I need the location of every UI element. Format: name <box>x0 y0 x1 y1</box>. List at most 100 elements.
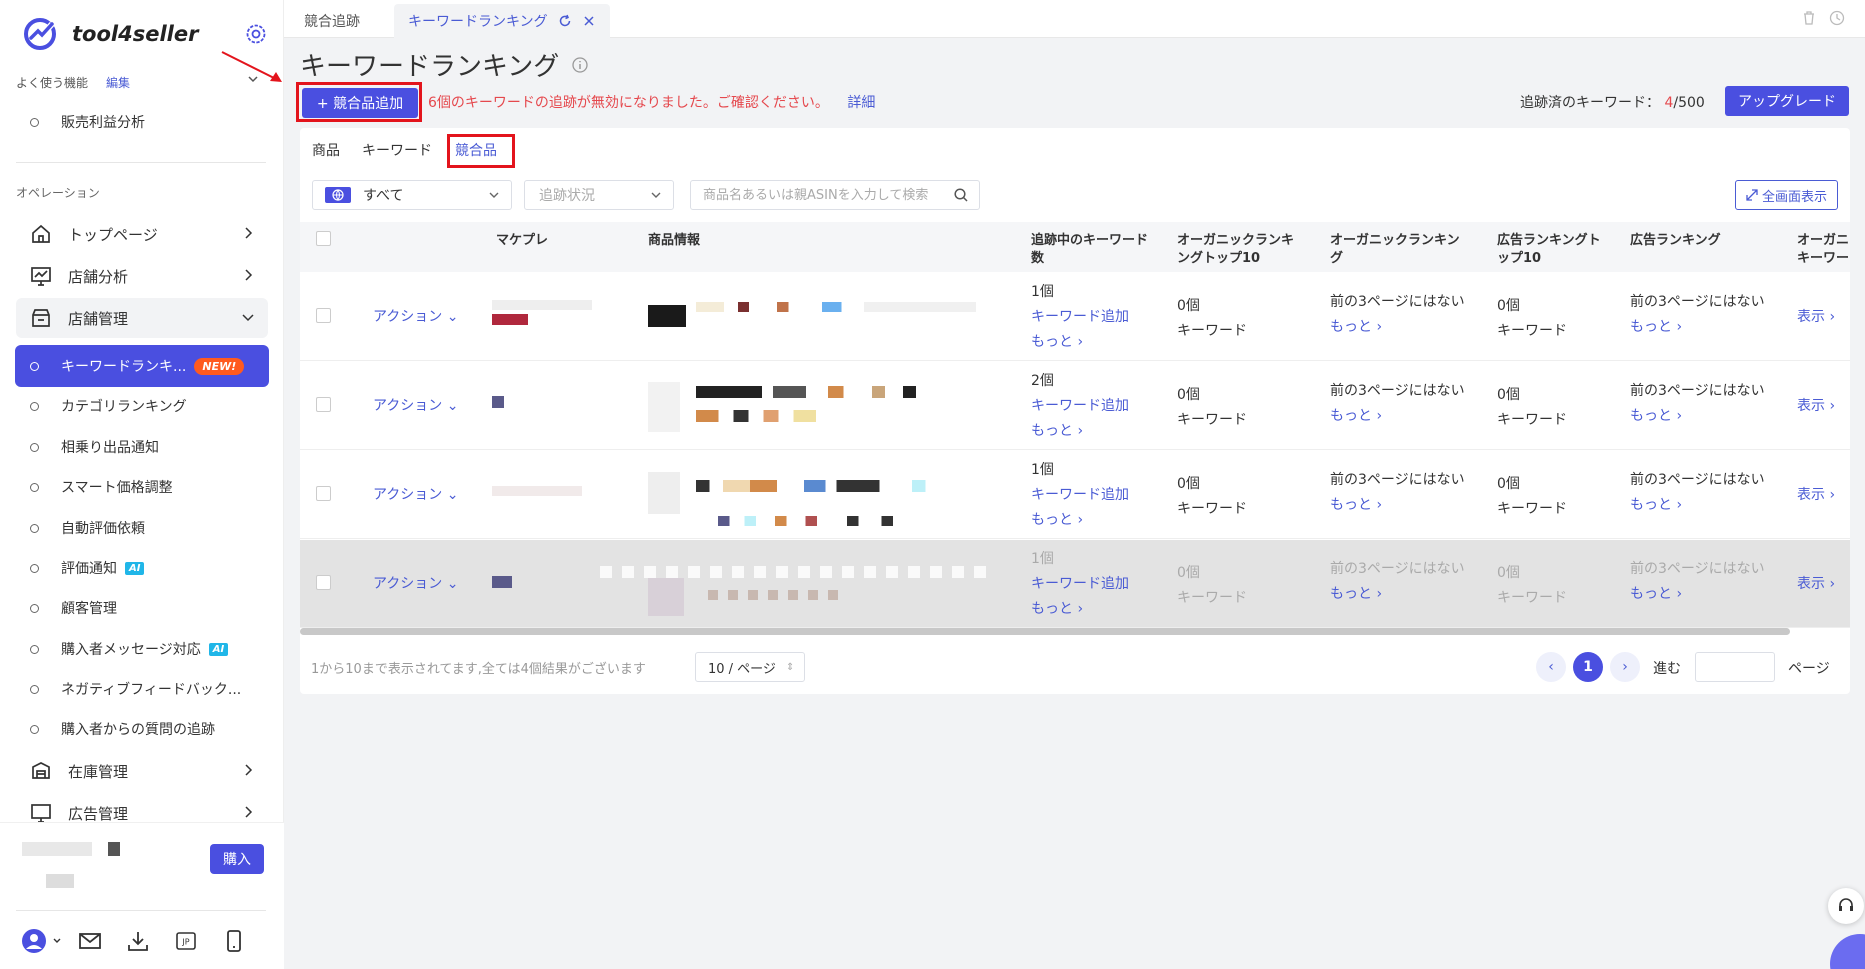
refresh-icon[interactable] <box>558 14 572 28</box>
sidebar-subitem-label: スマート価格調整 <box>61 480 173 496</box>
mobile-icon[interactable] <box>220 927 248 955</box>
column-header-ad-ranking: 広告ランキング <box>1630 233 1721 248</box>
add-keyword-link[interactable]: キーワード追加 <box>1031 572 1129 597</box>
sidebar-item-store-management[interactable]: 店舗管理 <box>16 298 268 338</box>
redacted-marketplace <box>492 300 592 310</box>
action-dropdown[interactable]: アクション ⌄ <box>373 484 459 504</box>
brand[interactable]: tool4seller <box>22 14 198 54</box>
trash-icon[interactable] <box>1801 10 1817 26</box>
notice-details-link[interactable]: 詳細 <box>847 95 875 111</box>
more-link[interactable]: もっと › <box>1031 419 1129 444</box>
sidebar-subitem-auto-review-request[interactable]: 自動評価依頼 <box>30 513 266 543</box>
favorite-item[interactable]: 販売利益分析 <box>30 112 145 132</box>
more-link[interactable]: もっと › <box>1630 315 1765 340</box>
more-link[interactable]: もっと › <box>1630 582 1765 607</box>
chevron-down-icon[interactable] <box>52 927 62 955</box>
redacted-account <box>108 842 120 856</box>
redacted-marketplace <box>492 314 528 325</box>
chat-button[interactable] <box>1830 934 1865 969</box>
bullet-icon <box>30 684 39 694</box>
sidebar-subitem-category-ranking[interactable]: カテゴリランキング <box>30 391 266 421</box>
redacted-product-title <box>696 386 916 398</box>
sidebar-item-label: 広告管理 <box>68 804 129 823</box>
page-number-button[interactable]: 1 <box>1573 652 1603 682</box>
tracking-keyword-cell: 1個 キーワード追加 もっと › <box>1031 458 1129 533</box>
column-header-ad-top10: 広告ランキングト ップ10 <box>1497 233 1601 266</box>
action-dropdown[interactable]: アクション ⌄ <box>373 306 459 326</box>
horizontal-scrollbar[interactable] <box>300 628 1790 635</box>
sidebar-subitem-buyer-messages[interactable]: 購入者メッセージ対応 AI <box>30 634 266 664</box>
clock-icon[interactable] <box>1829 10 1845 26</box>
sidebar-subitem-smart-pricing[interactable]: スマート価格調整 <box>30 472 266 502</box>
ai-badge: AI <box>208 642 229 656</box>
more-link[interactable]: もっと › <box>1330 404 1465 429</box>
favorites-edit-link[interactable]: 編集 <box>106 74 130 91</box>
tab-competitor-tracking[interactable]: 競合追跡 <box>290 4 374 38</box>
page-size-value: 10 / ページ <box>708 661 776 677</box>
download-icon[interactable] <box>124 927 152 955</box>
action-dropdown[interactable]: アクション ⌄ <box>373 395 459 415</box>
prev-page-button[interactable]: ‹ <box>1536 652 1566 682</box>
action-dropdown[interactable]: アクション ⌄ <box>373 573 459 593</box>
show-link[interactable]: 表示 › <box>1797 306 1835 326</box>
column-header-organic-ranking: オーガニックランキング <box>1330 233 1460 266</box>
show-link[interactable]: 表示 › <box>1797 395 1835 415</box>
row-checkbox[interactable] <box>316 575 331 590</box>
add-keyword-link[interactable]: キーワード追加 <box>1031 483 1129 508</box>
page-size-select[interactable]: 10 / ページ ⇕ <box>695 652 805 682</box>
sidebar-item-store-analysis[interactable]: 店舗分析 <box>16 256 268 296</box>
next-page-button[interactable]: › <box>1610 652 1640 682</box>
info-icon[interactable] <box>571 56 589 74</box>
marketplace-select[interactable]: すべて <box>312 180 512 210</box>
support-button[interactable] <box>1828 888 1864 924</box>
subtab-keywords[interactable]: キーワード <box>362 140 432 160</box>
sidebar-subitem-negative-feedback[interactable]: ネガティブフィードバック... <box>30 674 266 704</box>
jp-icon[interactable]: JP <box>172 927 200 955</box>
more-link[interactable]: もっと › <box>1031 597 1129 622</box>
redacted-product-image <box>648 305 686 327</box>
user-icon[interactable] <box>20 927 48 955</box>
expand-icon <box>1746 189 1758 201</box>
divider <box>16 162 266 163</box>
tracking-status-select[interactable]: 追跡状況 <box>524 180 674 210</box>
chevron-down-icon <box>487 188 501 202</box>
search-icon[interactable] <box>953 187 969 203</box>
add-keyword-link[interactable]: キーワード追加 <box>1031 305 1129 330</box>
more-link[interactable]: もっと › <box>1330 582 1465 607</box>
sidebar-subitem-keyword-ranking[interactable]: キーワードランキ... NEW! <box>15 345 269 387</box>
mail-icon[interactable] <box>76 927 104 955</box>
sidebar-subitem-label: カテゴリランキング <box>61 399 187 415</box>
close-icon[interactable] <box>582 14 596 28</box>
bullet-icon <box>30 603 39 613</box>
row-checkbox[interactable] <box>316 486 331 501</box>
sidebar-item-inventory[interactable]: 在庫管理 <box>16 751 268 791</box>
more-link[interactable]: もっと › <box>1630 493 1765 518</box>
upgrade-button[interactable]: アップグレード <box>1725 86 1849 116</box>
more-link[interactable]: もっと › <box>1330 493 1465 518</box>
sidebar-item-top-page[interactable]: トップページ <box>16 214 268 254</box>
select-all-checkbox[interactable] <box>316 231 331 246</box>
show-link[interactable]: 表示 › <box>1797 573 1835 593</box>
row-checkbox[interactable] <box>316 397 331 412</box>
row-checkbox[interactable] <box>316 308 331 323</box>
sidebar-subitem-customer-management[interactable]: 顧客管理 <box>30 593 266 623</box>
redacted-product-title <box>696 480 966 492</box>
sidebar-subitem-hitchhiker-alert[interactable]: 相乗り出品通知 <box>30 432 266 462</box>
tracked-total: /500 <box>1673 95 1705 111</box>
tab-keyword-ranking[interactable]: キーワードランキング <box>394 4 610 38</box>
buy-button[interactable]: 購入 <box>210 844 264 874</box>
more-link[interactable]: もっと › <box>1031 330 1129 355</box>
more-link[interactable]: もっと › <box>1630 404 1765 429</box>
more-link[interactable]: もっと › <box>1031 508 1129 533</box>
goto-page-input[interactable] <box>1695 652 1775 682</box>
search-input[interactable] <box>690 180 980 210</box>
subtab-products[interactable]: 商品 <box>312 140 340 160</box>
gear-icon[interactable] <box>244 22 268 46</box>
sidebar-subitem-review-alert[interactable]: 評価通知 AI <box>30 553 266 583</box>
show-link[interactable]: 表示 › <box>1797 484 1835 504</box>
fullscreen-button[interactable]: 全画面表示 <box>1735 180 1838 210</box>
sidebar-subitem-buyer-questions[interactable]: 購入者からの質問の追跡 <box>30 714 266 744</box>
more-link[interactable]: もっと › <box>1330 315 1465 340</box>
add-keyword-link[interactable]: キーワード追加 <box>1031 394 1129 419</box>
marketplace-value: すべて <box>363 188 404 204</box>
